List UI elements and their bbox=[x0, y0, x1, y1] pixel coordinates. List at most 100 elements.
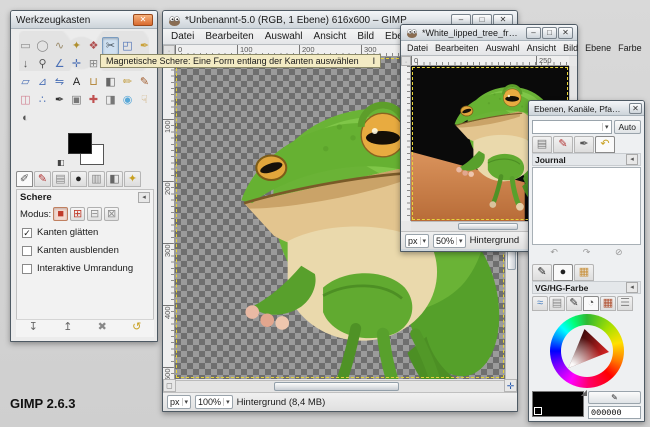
panel-menu-button[interactable]: ◂ bbox=[626, 154, 638, 165]
menu-datei[interactable]: Datei bbox=[404, 42, 431, 54]
tool-dodge-burn[interactable]: ◐ bbox=[17, 109, 34, 127]
tab-fonts[interactable]: ✦ bbox=[124, 171, 141, 187]
menu-ansicht[interactable]: Ansicht bbox=[309, 30, 352, 43]
mode-replace[interactable]: ■ bbox=[53, 207, 68, 221]
edit-color-button[interactable]: ✎ bbox=[588, 391, 641, 404]
tool-scissors[interactable]: ✂ bbox=[102, 37, 119, 55]
checkbox-interactive-boundary[interactable]: Interaktive Umrandung bbox=[17, 259, 153, 277]
tool-select-by-color[interactable]: ❖ bbox=[85, 37, 102, 55]
panel-menu-button[interactable]: ◂ bbox=[138, 192, 150, 203]
tab-brushes[interactable]: ✎ bbox=[553, 136, 573, 153]
tab-paint[interactable]: ✎ bbox=[566, 296, 582, 311]
menu-bearbeiten[interactable]: Bearbeiten bbox=[200, 30, 258, 43]
quickmask-button[interactable]: ◻ bbox=[163, 379, 176, 392]
color-picker-icon[interactable]: ◢ bbox=[581, 388, 587, 397]
tool-fuzzy-select[interactable]: ✦ bbox=[68, 37, 85, 55]
tab-brushes[interactable]: ✎ bbox=[34, 171, 51, 187]
menu-bild[interactable]: Bild bbox=[352, 30, 379, 43]
tool-heal[interactable]: ✚ bbox=[85, 91, 102, 109]
image-select-combo[interactable]: ▾ bbox=[532, 120, 612, 134]
tab-cmyk[interactable]: ▤ bbox=[549, 296, 565, 311]
tool-perspective[interactable]: ⊿ bbox=[34, 73, 51, 91]
tab-fg-bg-color[interactable]: ● bbox=[553, 264, 573, 281]
navigation-button[interactable]: ✛ bbox=[504, 379, 517, 392]
tool-paths[interactable]: ✒ bbox=[136, 37, 153, 55]
tool-zoom[interactable]: ⚲ bbox=[34, 55, 51, 73]
horizontal-ruler[interactable]: 0250500 bbox=[411, 56, 569, 66]
unit-combo[interactable]: px ▾ bbox=[167, 395, 191, 409]
tool-pencil[interactable]: ✏ bbox=[119, 73, 136, 91]
maximize-button[interactable]: □ bbox=[542, 27, 557, 39]
auto-button[interactable]: Auto bbox=[614, 120, 642, 134]
menu-bearbeiten[interactable]: Bearbeiten bbox=[432, 42, 482, 54]
checkbox[interactable] bbox=[22, 246, 32, 256]
horizontal-scrollbar[interactable] bbox=[176, 380, 504, 392]
tab-wheel[interactable]: ◔ bbox=[583, 296, 599, 311]
tab-palettes[interactable]: ● bbox=[70, 171, 87, 187]
tab-watercolor[interactable]: ≈ bbox=[532, 296, 548, 311]
checkbox-antialias[interactable]: ✓ Kanten glätten bbox=[17, 223, 153, 241]
tool-free-select[interactable]: ∿ bbox=[51, 37, 68, 55]
tool-flip[interactable]: ⇋ bbox=[51, 73, 68, 91]
close-button[interactable]: ✕ bbox=[558, 27, 573, 39]
tool-blur-sharpen[interactable]: ◉ bbox=[119, 91, 136, 109]
tool-rectangle-select[interactable]: ▭ bbox=[17, 37, 34, 55]
vertical-ruler[interactable]: 0100200300400500 bbox=[163, 57, 175, 379]
tool-shear[interactable]: ▱ bbox=[17, 73, 34, 91]
tool-smudge[interactable]: ☟ bbox=[136, 91, 153, 109]
default-colors-icon[interactable]: ◧ bbox=[57, 158, 65, 167]
scroll-thumb[interactable] bbox=[458, 223, 518, 230]
tab-patterns[interactable]: ▦ bbox=[574, 264, 594, 281]
hex-input[interactable] bbox=[588, 406, 641, 419]
clear-history-button[interactable]: ⊘ bbox=[610, 247, 628, 260]
tab-tools[interactable]: ✒ bbox=[574, 136, 594, 153]
tab-scales[interactable]: ☰ bbox=[617, 296, 633, 311]
tab-brushes[interactable]: ✎ bbox=[532, 264, 552, 281]
menu-bild[interactable]: Bild bbox=[560, 42, 581, 54]
unit-combo[interactable]: px ▾ bbox=[405, 234, 429, 248]
tool-move[interactable]: ✛ bbox=[68, 55, 85, 73]
current-color-swatch[interactable]: ◢ bbox=[532, 391, 584, 417]
minimize-button[interactable]: – bbox=[526, 27, 541, 39]
tool-text[interactable]: A bbox=[68, 73, 85, 91]
tool-ellipse-select[interactable]: ◯ bbox=[34, 37, 51, 55]
button-save-options[interactable]: ↧ bbox=[25, 321, 41, 336]
checkbox-feather[interactable]: Kanten ausblenden bbox=[17, 241, 153, 259]
checkbox[interactable]: ✓ bbox=[22, 228, 32, 238]
close-button[interactable]: ✕ bbox=[629, 103, 642, 114]
undo-button[interactable]: ↶ bbox=[545, 247, 563, 260]
tool-clone[interactable]: ▣ bbox=[68, 91, 85, 109]
tab-layers[interactable]: ▤ bbox=[532, 136, 552, 153]
ruler-corner-button[interactable]: · bbox=[401, 56, 411, 66]
fg-bg-colors[interactable]: ◧ bbox=[68, 133, 108, 169]
toolbox-titlebar[interactable]: Werkzeugkasten ✕ bbox=[11, 11, 157, 29]
tab-undo-history[interactable]: ↶ bbox=[595, 136, 615, 153]
tool-ink[interactable]: ✒ bbox=[51, 91, 68, 109]
zoom-combo[interactable]: 100% ▾ bbox=[195, 395, 233, 409]
menu-auswahl[interactable]: Auswahl bbox=[260, 30, 308, 43]
menu-ansicht[interactable]: Ansicht bbox=[524, 42, 560, 54]
tab-gradients[interactable]: ◧ bbox=[106, 171, 123, 187]
panel-menu-button[interactable]: ◂ bbox=[626, 282, 638, 293]
undo-history-list[interactable] bbox=[532, 167, 641, 245]
tab-patterns[interactable]: ▤ bbox=[52, 171, 69, 187]
mode-subtract[interactable]: ⊟ bbox=[87, 207, 102, 221]
checkbox[interactable] bbox=[22, 264, 32, 274]
mode-add[interactable]: ⊞ bbox=[70, 207, 85, 221]
tool-bucket-fill[interactable]: ⊔ bbox=[85, 73, 102, 91]
tool-perspective-clone[interactable]: ◨ bbox=[102, 91, 119, 109]
close-button[interactable]: ✕ bbox=[133, 14, 153, 26]
menu-ebene[interactable]: Ebene bbox=[582, 42, 614, 54]
scroll-thumb[interactable] bbox=[274, 382, 399, 391]
button-reset-options[interactable]: ↺ bbox=[129, 321, 145, 336]
tab-images[interactable]: ▥ bbox=[88, 171, 105, 187]
tool-paintbrush[interactable]: ✎ bbox=[136, 73, 153, 91]
menu-auswahl[interactable]: Auswahl bbox=[483, 42, 523, 54]
color-wheel[interactable] bbox=[550, 314, 624, 388]
button-delete-options[interactable]: ✖ bbox=[94, 321, 110, 336]
tab-palette[interactable]: ▦ bbox=[600, 296, 616, 311]
vertical-ruler[interactable] bbox=[401, 66, 411, 221]
menu-datei[interactable]: Datei bbox=[166, 30, 199, 43]
mode-intersect[interactable]: ⊠ bbox=[104, 207, 119, 221]
tool-measure[interactable]: ∠ bbox=[51, 55, 68, 73]
